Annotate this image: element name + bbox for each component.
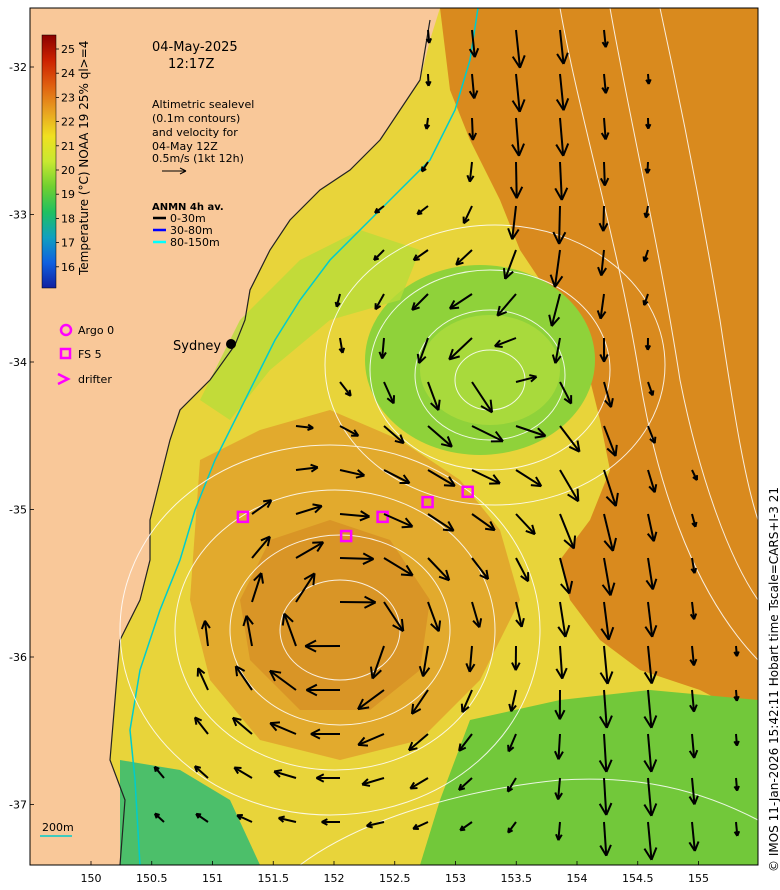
sydney-marker xyxy=(226,339,236,349)
x-tick-label: 150 xyxy=(81,872,102,885)
anmn-item-3: 80-150m xyxy=(170,236,220,249)
velocity-arrow xyxy=(603,161,606,186)
y-tick-label: -37 xyxy=(9,799,27,812)
fs-label: FS 5 xyxy=(78,348,102,361)
altimetry-line-3: and velocity for xyxy=(152,126,238,139)
colorbar-tick-label: 25 xyxy=(61,43,75,56)
colorbar-tick-label: 19 xyxy=(61,188,75,201)
credit-text: © IMOS 11-Jan-2026 15:42:11 Hobart time … xyxy=(767,487,780,872)
y-tick-label: -36 xyxy=(9,651,27,664)
velocity-arrow xyxy=(558,205,561,245)
altimetry-line-1: Altimetric sealevel xyxy=(152,98,254,111)
x-tick-label: 154.5 xyxy=(622,872,654,885)
colorbar-tick-label: 21 xyxy=(61,140,75,153)
x-tick-label: 151 xyxy=(202,872,223,885)
colorbar-tick-label: 16 xyxy=(61,261,75,274)
x-tick-label: 153.5 xyxy=(501,872,533,885)
altimetry-line-5: 0.5m/s (1kt 12h) xyxy=(152,152,244,165)
colorbar-label: Temperature (°C) NOAA 19 25% ql>=4 xyxy=(77,41,91,276)
y-tick-label: -34 xyxy=(9,356,27,369)
x-tick-label: 154 xyxy=(567,872,588,885)
colorbar-tick-label: 23 xyxy=(61,91,75,104)
y-tick-label: -35 xyxy=(9,504,27,517)
argo-label: Argo 0 xyxy=(78,324,114,337)
velocity-arrow xyxy=(602,205,605,232)
isobath-label: 200m xyxy=(42,821,74,834)
map-date: 04-May-2025 xyxy=(152,40,238,55)
y-tick-label: -33 xyxy=(9,209,27,222)
drifter-label: drifter xyxy=(78,373,112,386)
map-area xyxy=(30,8,758,865)
x-tick-label: 152.5 xyxy=(379,872,411,885)
ocean-temperature-map: 25 24 23 22 21 20 19 18 17 16 Temperature (°C) NO… xyxy=(9,7,780,885)
x-tick-label: 153 xyxy=(445,872,466,885)
velocity-arrow xyxy=(515,161,518,199)
colorbar-tick-label: 18 xyxy=(61,212,75,225)
x-tick-label: 151.5 xyxy=(258,872,290,885)
colorbar-tick-label: 24 xyxy=(61,67,75,80)
x-tick-label: 150.5 xyxy=(136,872,168,885)
city-label: Sydney xyxy=(173,339,221,354)
velocity-arrow xyxy=(339,557,374,561)
colorbar-tick-label: 17 xyxy=(61,237,75,250)
y-tick-label: -32 xyxy=(9,61,27,74)
map-time: 12:17Z xyxy=(168,57,214,72)
colorbar-tick-label: 22 xyxy=(61,116,75,129)
colorbar xyxy=(41,34,57,289)
colorbar-tick-label: 20 xyxy=(61,164,75,177)
x-tick-label: 152 xyxy=(324,872,345,885)
x-tick-label: 155 xyxy=(688,872,709,885)
altimetry-line-2: (0.1m contours) xyxy=(152,112,240,125)
